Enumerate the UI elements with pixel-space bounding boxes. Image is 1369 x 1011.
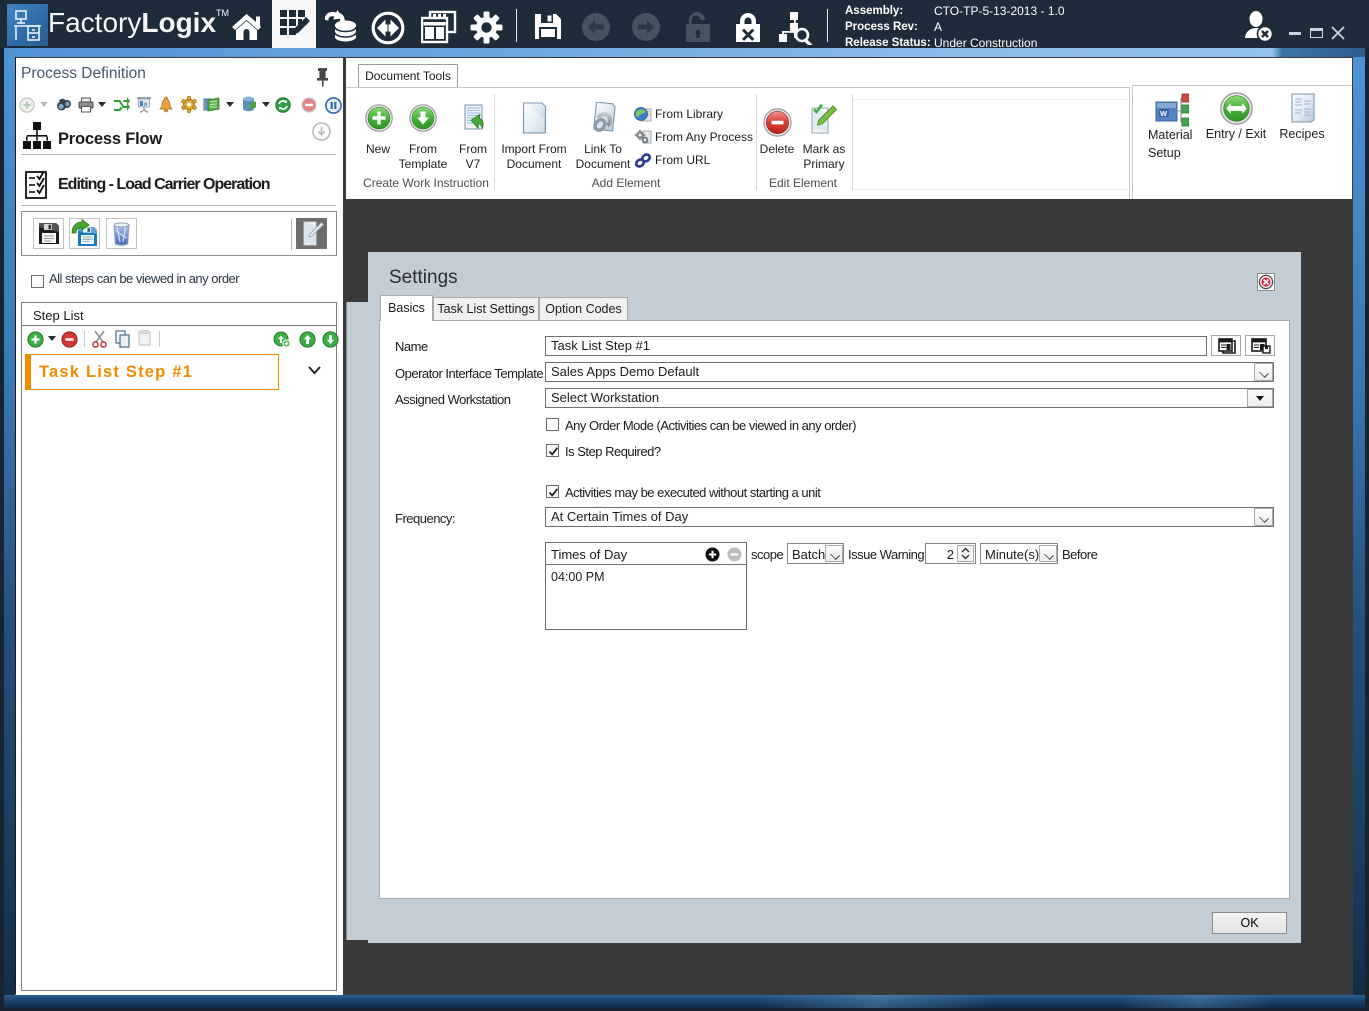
svg-text:W: W [1160, 109, 1168, 118]
